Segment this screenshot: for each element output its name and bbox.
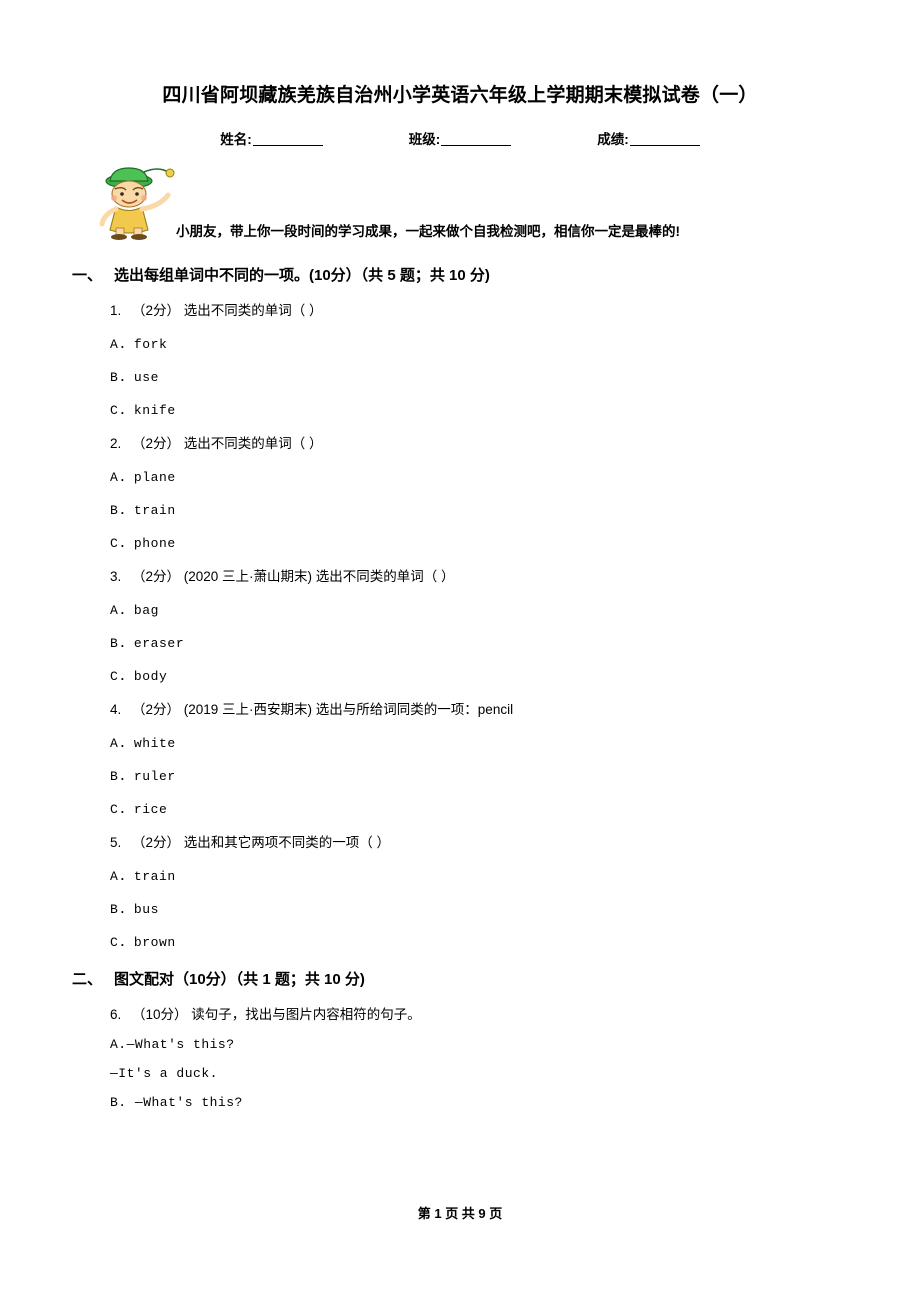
question-3: 3. （2分） (2020 三上·萧山期末) 选出不同类的单词（ ） [72,565,848,585]
question-6-text: 读句子，找出与图片内容相符的句子。 [191,1007,421,1022]
option-text: bag [133,603,160,618]
option-label: C． [110,935,134,950]
question-6-score: （10分） [132,1007,188,1022]
class-field-label: 班级: [408,132,441,147]
section-title-1: 选出每组单词中不同的一项。(10分）（共 5 题；共 10 分) [114,267,490,284]
option-text: use [133,370,160,385]
option-label: A． [110,337,134,352]
option-text: eraser [133,636,185,651]
question-4-option-a[interactable]: A．white [72,732,848,751]
score-field: 成绩: [597,128,700,148]
cartoon-boy-icon [99,167,175,240]
option-label: B． [110,902,134,917]
class-field-blank[interactable] [441,132,512,146]
option-label: A． [110,869,134,884]
question-3-number: 3. [110,569,122,584]
question-1: 1. （2分） 选出不同类的单词（ ） [72,299,848,319]
question-3-score: （2分） [132,569,181,584]
option-label: C． [110,536,134,551]
question-1-number: 1. [110,303,122,318]
question-2-number: 2. [110,436,122,451]
section-title-2: 图文配对（10分）（共 1 题；共 10 分) [114,971,365,988]
option-label: B． [110,503,134,518]
option-text: rice [133,802,168,817]
question-4-text: (2019 三上·西安期末) 选出与所给词同类的一项：pencil [183,702,514,717]
question-1-option-c[interactable]: C．knife [72,399,848,418]
section-heading-1: 一、 选出每组单词中不同的一项。(10分）（共 5 题；共 10 分) [72,264,848,285]
question-2: 2. （2分） 选出不同类的单词（ ） [72,432,848,452]
question-4: 4. （2分） (2019 三上·西安期末) 选出与所给词同类的一项：pencil [72,698,848,718]
student-info-row: 姓名: 班级: 成绩: [72,128,848,148]
option-text: plane [133,470,176,485]
question-6-line-3: B. —What's this? [110,1095,243,1110]
page-title: 四川省阿坝藏族羌族自治州小学英语六年级上学期期末模拟试卷（一） [162,85,758,106]
question-1-text: 选出不同类的单词（ ） [183,303,323,318]
question-3-text: (2020 三上·萧山期末) 选出不同类的单词（ ） [183,569,455,584]
mascot-row: 小朋友，带上你一段时间的学习成果，一起来做个自我检测吧，相信你一定是最棒的! [72,162,848,246]
option-label: A． [110,736,134,751]
option-label: C． [110,403,134,418]
question-5-number: 5. [110,835,122,850]
question-5-score: （2分） [132,835,181,850]
option-text: knife [133,403,176,418]
option-label: C． [110,669,134,684]
question-3-option-c[interactable]: C．body [72,665,848,684]
option-text: body [133,669,168,684]
section-heading-2: 二、 图文配对（10分）（共 1 题；共 10 分) [72,968,848,989]
question-6-line-1: A.—What's this? [110,1037,235,1052]
option-text: train [133,503,176,518]
question-4-option-b[interactable]: B．ruler [72,765,848,784]
question-1-option-b[interactable]: B．use [72,366,848,385]
class-field: 班级: [409,128,512,148]
question-5-option-b[interactable]: B．bus [72,898,848,917]
question-6-number: 6. [110,1007,122,1022]
question-1-option-a[interactable]: A．fork [72,333,848,352]
question-6-line-2: —It's a duck. [110,1066,218,1081]
question-1-score: （2分） [132,303,181,318]
option-label: C． [110,802,134,817]
score-field-blank[interactable] [629,132,700,146]
score-field-label: 成绩: [597,132,629,147]
exam-paper-page: 四川省阿坝藏族羌族自治州小学英语六年级上学期期末模拟试卷（一） 姓名: 班级: … [0,0,920,1302]
question-4-number: 4. [110,702,122,717]
option-label: B． [110,769,134,784]
question-6: 6. （10分） 读句子，找出与图片内容相符的句子。 [72,1003,848,1023]
question-4-option-c[interactable]: C．rice [72,798,848,817]
option-text: train [133,869,176,884]
option-text: bus [133,902,160,917]
section-index-1: 一、 [72,267,103,284]
page-footer: 第 1 页 共 9 页 [417,1206,503,1221]
question-2-option-b[interactable]: B．train [72,499,848,518]
name-field: 姓名: [220,128,323,148]
question-5-text: 选出和其它两项不同类的一项（ ） [183,835,391,850]
question-5: 5. （2分） 选出和其它两项不同类的一项（ ） [72,831,848,851]
option-label: B． [110,370,134,385]
option-label: B． [110,636,134,651]
question-2-text: 选出不同类的单词（ ） [183,436,323,451]
option-label: A． [110,470,134,485]
question-5-option-c[interactable]: C．brown [72,931,848,950]
question-2-option-c[interactable]: C．phone [72,532,848,551]
question-3-option-b[interactable]: B．eraser [72,632,848,651]
option-text: fork [133,337,168,352]
section-index-2: 二、 [72,971,103,988]
name-field-label: 姓名: [220,132,252,147]
question-2-option-a[interactable]: A．plane [72,466,848,485]
name-field-blank[interactable] [252,132,323,146]
option-label: A． [110,603,134,618]
question-3-option-a[interactable]: A．bag [72,599,848,618]
question-4-score: （2分） [132,702,181,717]
option-text: ruler [133,769,176,784]
greeting-text: 小朋友，带上你一段时间的学习成果，一起来做个自我检测吧，相信你一定是最棒的! [176,224,680,239]
question-2-score: （2分） [132,436,181,451]
question-5-option-a[interactable]: A．train [72,865,848,884]
option-text: white [133,736,176,751]
option-text: phone [133,536,176,551]
option-text: brown [133,935,176,950]
